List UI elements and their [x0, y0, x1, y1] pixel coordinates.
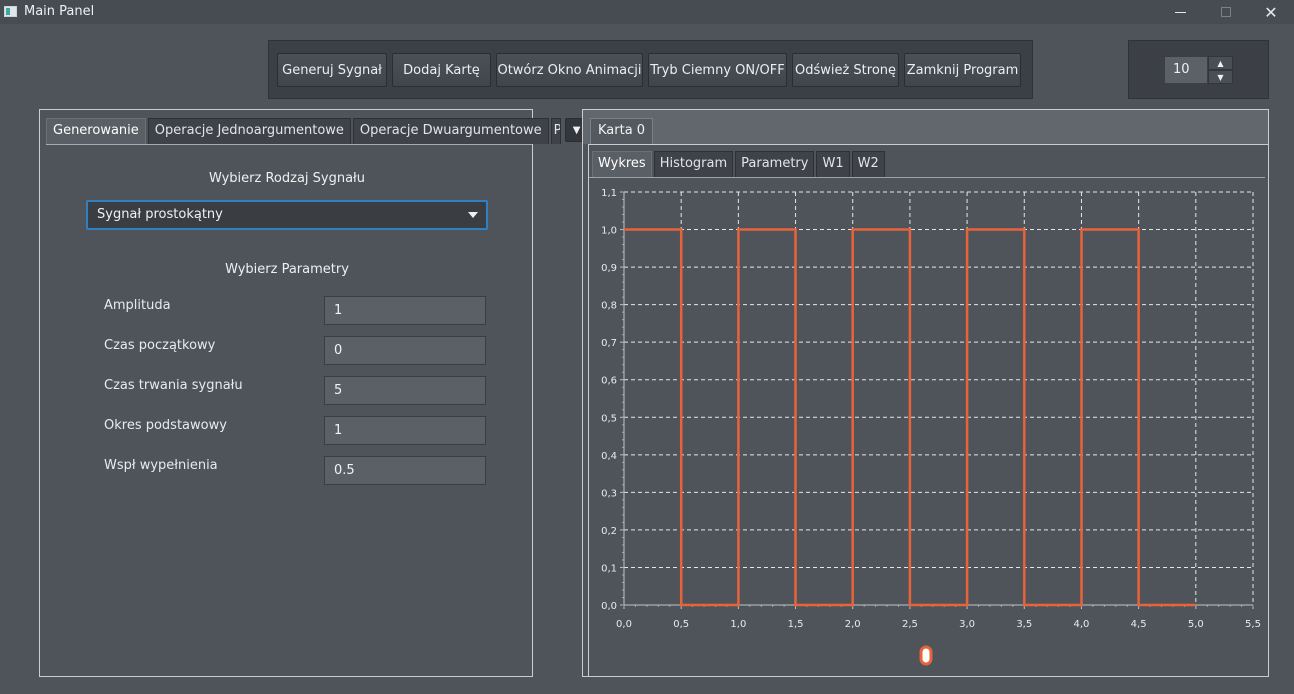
x-tick-label: 0,0 — [616, 619, 632, 630]
x-tick-label: 2,0 — [845, 619, 861, 630]
x-tick-label: 2,5 — [902, 619, 918, 630]
chart-axes: 0,0 0,1 0,2 0,3 0,4 0,5 0,6 0,7 0,8 0,9 1,0 1,1 0,0 0… — [601, 188, 1261, 630]
y-tick-label: 0,7 — [601, 338, 617, 349]
x-tick-label: 5,0 — [1188, 619, 1204, 630]
x-tick-label: 1,0 — [730, 619, 746, 630]
y-tick-label: 0,9 — [601, 263, 617, 274]
y-tick-label: 0,8 — [601, 301, 617, 312]
x-tick-label: 3,5 — [1016, 619, 1032, 630]
x-tick-label: 3,0 — [959, 619, 975, 630]
x-tick-label: 4,0 — [1074, 619, 1090, 630]
y-tick-label: 0,0 — [601, 601, 617, 612]
x-tick-label: 5,5 — [1245, 619, 1261, 630]
signal-line-chart: 0,0 0,1 0,2 0,3 0,4 0,5 0,6 0,7 0,8 0,9 1,0 1,1 0,0 0… — [601, 188, 1261, 666]
y-tick-label: 0,5 — [601, 413, 617, 424]
y-tick-label: 0,2 — [601, 526, 617, 537]
chart-legend — [919, 645, 933, 666]
y-tick-label: 0,6 — [601, 376, 617, 387]
legend-symbol — [919, 645, 933, 666]
y-tick-label: 0,1 — [601, 563, 617, 574]
x-tick-label: 4,5 — [1131, 619, 1147, 630]
y-tick-label: 0,4 — [601, 451, 617, 462]
x-tick-label: 0,5 — [673, 619, 689, 630]
x-tick-label: 1,5 — [788, 619, 804, 630]
y-tick-label: 1,0 — [601, 226, 617, 237]
y-tick-label: 1,1 — [601, 188, 617, 199]
chart-grid — [624, 191, 1254, 605]
y-tick-label: 0,3 — [601, 488, 617, 499]
